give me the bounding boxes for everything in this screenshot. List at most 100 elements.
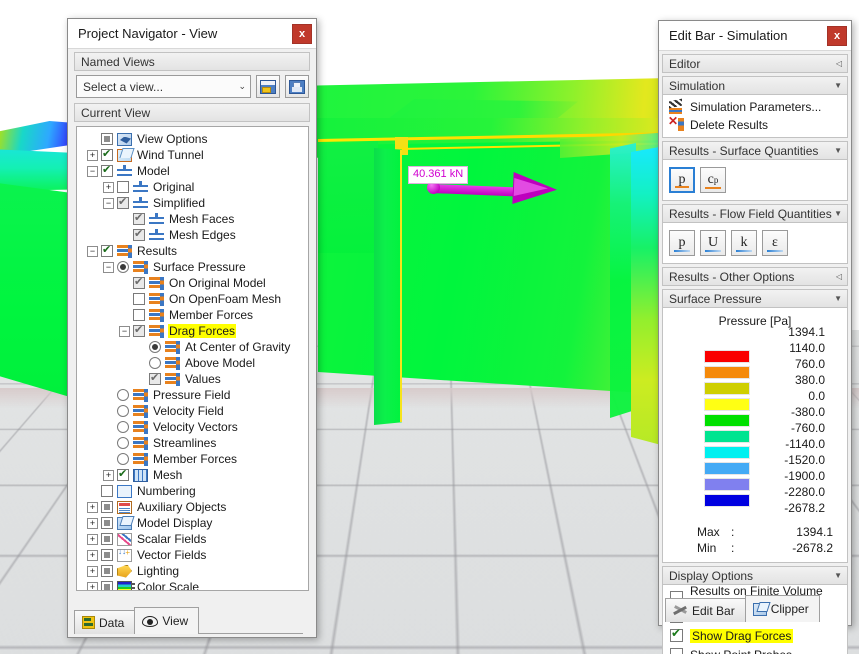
tree-item-color-scale[interactable]: + Color Scale [81,579,306,590]
tree-checkbox[interactable] [117,467,129,481]
expand-icon[interactable]: + [87,549,98,561]
project-navigator-titlebar[interactable]: Project Navigator - View x [68,19,316,49]
tree-checkbox[interactable] [101,163,113,177]
tree-checkbox[interactable] [133,211,145,225]
tree-item-scalar-fields[interactable]: + Scalar Fields [81,531,306,547]
section-flow-field-quantities[interactable]: Results - Flow Field Quantities ▼ [662,204,848,223]
tree-item-vector-fields[interactable]: + Vector Fields [81,547,306,563]
tree-item-surface-pressure[interactable]: − Surface Pressure [81,259,306,275]
tree-checkbox[interactable] [101,517,113,529]
menu-item-delete-results[interactable]: Delete Results [663,114,847,134]
tree-checkbox[interactable] [101,133,113,145]
tree-item-streamlines[interactable]: Streamlines [81,435,306,451]
expand-icon[interactable]: + [103,181,114,193]
tree-checkbox[interactable] [101,549,113,561]
collapse-icon[interactable]: − [103,261,114,273]
tree-item-on-openfoam-mesh[interactable]: On OpenFoam Mesh [81,291,306,307]
section-display-options[interactable]: Display Options ▼ [662,566,848,585]
tree-checkbox[interactable] [101,485,113,497]
tree-checkbox[interactable] [101,565,113,577]
tree-radio[interactable] [117,421,129,433]
display-option-show-drag-forces[interactable]: Show Drag Forces [663,626,847,645]
tree-item-drag-forces[interactable]: − Drag Forces [81,323,306,339]
expand-icon[interactable]: + [87,533,98,545]
edit-bar-tabstrip[interactable]: Edit Bar Clipper [665,595,820,622]
quantity-button-cp[interactable]: cp [700,167,726,193]
navigator-tabstrip[interactable]: Data View [74,607,304,634]
tree-item-wind-tunnel[interactable]: + Wind Tunnel [81,147,306,163]
tree-item-model[interactable]: − Model [81,163,306,179]
collapse-icon[interactable]: − [103,197,114,209]
tree-radio[interactable] [117,437,129,449]
group-current-view[interactable]: Current View [74,103,310,122]
tree-item-original[interactable]: + Original [81,179,306,195]
tree-radio[interactable] [149,357,161,369]
expand-icon[interactable]: + [103,469,114,481]
flow-quantity-button-p[interactable]: p [669,230,695,256]
section-surface-quantities[interactable]: Results - Surface Quantities ▼ [662,141,848,160]
tree-item-member-forces[interactable]: Member Forces [81,307,306,323]
tree-item-auxiliary-objects[interactable]: + Auxiliary Objects [81,499,306,515]
expand-icon[interactable]: + [87,581,98,590]
view-tree[interactable]: View Options+Wind Tunnel−Model+Original −… [76,126,309,591]
tree-item-mesh-faces[interactable]: Mesh Faces [81,211,306,227]
tree-checkbox[interactable] [117,195,129,209]
tree-checkbox[interactable] [101,147,113,161]
tree-item-pressure-field[interactable]: Pressure Field [81,387,306,403]
expand-icon[interactable]: + [87,517,98,529]
tree-checkbox[interactable] [117,181,129,193]
collapse-icon[interactable]: − [87,165,98,177]
tree-checkbox[interactable] [101,501,113,513]
tree-radio[interactable] [117,389,129,401]
tab-data[interactable]: Data [74,610,136,634]
section-simulation[interactable]: Simulation ▼ [662,76,848,95]
collapse-icon[interactable]: − [87,245,98,257]
tree-checkbox[interactable] [101,243,113,257]
expand-icon[interactable]: + [87,501,98,513]
tab-edit-bar[interactable]: Edit Bar [665,598,746,622]
section-other-options[interactable]: Results - Other Options ◁ [662,267,848,286]
tree-item-numbering[interactable]: Numbering [81,483,306,499]
section-surface-pressure[interactable]: Surface Pressure ▼ [662,289,848,308]
tree-item-on-original-model[interactable]: On Original Model [81,275,306,291]
tree-item-velocity-vectors[interactable]: Velocity Vectors [81,419,306,435]
tree-item-mesh-edges[interactable]: Mesh Edges [81,227,306,243]
tree-item-velocity-field[interactable]: Velocity Field [81,403,306,419]
display-option-checkbox[interactable] [670,648,683,654]
tree-checkbox[interactable] [133,275,145,289]
save-view-button[interactable] [285,75,309,98]
quantity-button-p[interactable]: p [669,167,695,193]
tree-item-values[interactable]: Values [81,371,306,387]
tree-item-above-model[interactable]: Above Model [81,355,306,371]
close-icon[interactable]: x [827,25,847,46]
tree-item-view-options[interactable]: View Options [81,131,306,147]
tree-item-mesh[interactable]: + Mesh [81,467,306,483]
tree-item-at-center-of-gravity[interactable]: At Center of Gravity [81,339,306,355]
tree-checkbox[interactable] [101,581,113,590]
tree-item-member-forces[interactable]: Member Forces [81,451,306,467]
tree-checkbox[interactable] [149,371,161,385]
tree-radio[interactable] [149,341,161,353]
section-editor[interactable]: Editor ◁ [662,54,848,73]
collapse-icon[interactable]: − [119,325,130,337]
expand-icon[interactable]: + [87,565,98,577]
flow-quantity-button-U[interactable]: U [700,230,726,256]
display-option-checkbox[interactable] [670,626,683,642]
expand-icon[interactable]: + [87,149,98,161]
tree-checkbox[interactable] [133,323,145,337]
tab-view[interactable]: View [134,607,200,634]
edit-bar-titlebar[interactable]: Edit Bar - Simulation x [659,21,851,51]
menu-item-simulation-parameters[interactable]: Simulation Parameters... [663,98,847,116]
tree-checkbox[interactable] [133,227,145,241]
view-select-dropdown[interactable]: Select a view... ⌄ [76,75,251,98]
tree-radio[interactable] [117,405,129,417]
load-view-button[interactable] [256,75,280,98]
tree-item-model-display[interactable]: + Model Display [81,515,306,531]
tab-clipper[interactable]: Clipper [744,595,820,622]
group-named-views[interactable]: Named Views [74,52,310,71]
display-option-show-point-probes[interactable]: Show Point Probes [663,645,847,654]
tree-checkbox[interactable] [133,309,145,321]
tree-checkbox[interactable] [101,533,113,545]
tree-item-lighting[interactable]: + Lighting [81,563,306,579]
close-icon[interactable]: x [292,23,312,44]
